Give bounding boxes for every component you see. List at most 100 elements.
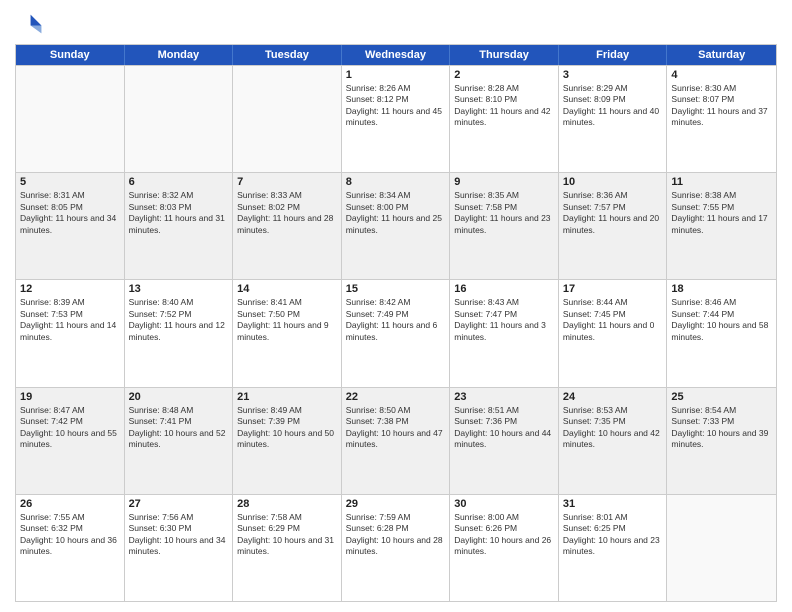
cal-cell: 4 Sunrise: 8:30 AMSunset: 8:07 PMDaylight…	[667, 66, 776, 172]
day-info: Sunrise: 8:39 AMSunset: 7:53 PMDaylight:…	[20, 297, 120, 343]
cal-cell: 12 Sunrise: 8:39 AMSunset: 7:53 PMDayligh…	[16, 280, 125, 386]
cal-cell: 26 Sunrise: 7:55 AMSunset: 6:32 PMDayligh…	[16, 495, 125, 601]
day-info: Sunrise: 8:41 AMSunset: 7:50 PMDaylight:…	[237, 297, 337, 343]
cal-cell: 5 Sunrise: 8:31 AMSunset: 8:05 PMDaylight…	[16, 173, 125, 279]
day-info: Sunrise: 8:01 AMSunset: 6:25 PMDaylight:…	[563, 512, 663, 558]
cal-cell: 11Sunrise: 8:38 AMSunset: 7:55 PMDayligh…	[667, 173, 776, 279]
cal-cell: 15 Sunrise: 8:42 AMSunset: 7:49 PMDayligh…	[342, 280, 451, 386]
weekday-header-sunday: Sunday	[16, 45, 125, 65]
calendar-body: 1 Sunrise: 8:26 AMSunset: 8:12 PMDaylight…	[16, 65, 776, 601]
day-info: Sunrise: 8:35 AMSunset: 7:58 PMDaylight:…	[454, 190, 554, 236]
day-number: 12	[20, 283, 120, 295]
weekday-header-tuesday: Tuesday	[233, 45, 342, 65]
day-info: Sunrise: 8:38 AMSunset: 7:55 PMDaylight:…	[671, 190, 772, 236]
cal-week-2: 5 Sunrise: 8:31 AMSunset: 8:05 PMDaylight…	[16, 172, 776, 279]
day-number: 13	[129, 283, 229, 295]
cal-cell: 7Sunrise: 8:33 AMSunset: 8:02 PMDaylight…	[233, 173, 342, 279]
day-number: 2	[454, 69, 554, 81]
cal-cell: 25Sunrise: 8:54 AMSunset: 7:33 PMDayligh…	[667, 388, 776, 494]
day-info: Sunrise: 8:28 AMSunset: 8:10 PMDaylight:…	[454, 83, 554, 129]
day-info: Sunrise: 7:55 AMSunset: 6:32 PMDaylight:…	[20, 512, 120, 558]
day-info: Sunrise: 8:36 AMSunset: 7:57 PMDaylight:…	[563, 190, 663, 236]
cal-week-3: 12 Sunrise: 8:39 AMSunset: 7:53 PMDayligh…	[16, 279, 776, 386]
day-number: 5	[20, 176, 120, 188]
day-number: 16	[454, 283, 554, 295]
day-info: Sunrise: 8:00 AMSunset: 6:26 PMDaylight:…	[454, 512, 554, 558]
day-number: 18	[671, 283, 772, 295]
cal-cell: 19Sunrise: 8:47 AMSunset: 7:42 PMDayligh…	[16, 388, 125, 494]
day-info: Sunrise: 8:50 AMSunset: 7:38 PMDaylight:…	[346, 405, 446, 451]
calendar: SundayMondayTuesdayWednesdayThursdayFrid…	[15, 44, 777, 602]
logo	[15, 10, 47, 38]
cal-cell: 8 Sunrise: 8:34 AMSunset: 8:00 PMDaylight…	[342, 173, 451, 279]
weekday-header-thursday: Thursday	[450, 45, 559, 65]
day-info: Sunrise: 8:26 AMSunset: 8:12 PMDaylight:…	[346, 83, 446, 129]
day-number: 27	[129, 498, 229, 510]
cal-cell: 2 Sunrise: 8:28 AMSunset: 8:10 PMDaylight…	[450, 66, 559, 172]
day-info: Sunrise: 8:30 AMSunset: 8:07 PMDaylight:…	[671, 83, 772, 129]
day-number: 28	[237, 498, 337, 510]
cal-cell: 20 Sunrise: 8:48 AMSunset: 7:41 PMDayligh…	[125, 388, 234, 494]
cal-week-1: 1 Sunrise: 8:26 AMSunset: 8:12 PMDaylight…	[16, 65, 776, 172]
cal-cell: 1 Sunrise: 8:26 AMSunset: 8:12 PMDaylight…	[342, 66, 451, 172]
cal-cell: 6 Sunrise: 8:32 AMSunset: 8:03 PMDaylight…	[125, 173, 234, 279]
day-number: 6	[129, 176, 229, 188]
cal-cell: 17 Sunrise: 8:44 AMSunset: 7:45 PMDayligh…	[559, 280, 668, 386]
cal-cell: 10 Sunrise: 8:36 AMSunset: 7:57 PMDayligh…	[559, 173, 668, 279]
cal-cell: 27 Sunrise: 7:56 AMSunset: 6:30 PMDayligh…	[125, 495, 234, 601]
logo-icon	[15, 10, 43, 38]
day-number: 17	[563, 283, 663, 295]
weekday-header-saturday: Saturday	[667, 45, 776, 65]
calendar-header-row: SundayMondayTuesdayWednesdayThursdayFrid…	[16, 45, 776, 65]
cal-cell: 3Sunrise: 8:29 AMSunset: 8:09 PMDaylight…	[559, 66, 668, 172]
cal-cell: 18 Sunrise: 8:46 AMSunset: 7:44 PMDayligh…	[667, 280, 776, 386]
cal-cell: 24Sunrise: 8:53 AMSunset: 7:35 PMDayligh…	[559, 388, 668, 494]
day-info: Sunrise: 8:33 AMSunset: 8:02 PMDaylight:…	[237, 190, 337, 236]
day-number: 30	[454, 498, 554, 510]
weekday-header-wednesday: Wednesday	[342, 45, 451, 65]
day-info: Sunrise: 7:58 AMSunset: 6:29 PMDaylight:…	[237, 512, 337, 558]
day-info: Sunrise: 7:56 AMSunset: 6:30 PMDaylight:…	[129, 512, 229, 558]
cal-cell: 13 Sunrise: 8:40 AMSunset: 7:52 PMDayligh…	[125, 280, 234, 386]
cal-cell: 28 Sunrise: 7:58 AMSunset: 6:29 PMDayligh…	[233, 495, 342, 601]
day-info: Sunrise: 8:44 AMSunset: 7:45 PMDaylight:…	[563, 297, 663, 343]
day-info: Sunrise: 8:34 AMSunset: 8:00 PMDaylight:…	[346, 190, 446, 236]
day-info: Sunrise: 8:42 AMSunset: 7:49 PMDaylight:…	[346, 297, 446, 343]
cal-cell: 29Sunrise: 7:59 AMSunset: 6:28 PMDayligh…	[342, 495, 451, 601]
day-info: Sunrise: 8:32 AMSunset: 8:03 PMDaylight:…	[129, 190, 229, 236]
day-number: 15	[346, 283, 446, 295]
day-info: Sunrise: 8:51 AMSunset: 7:36 PMDaylight:…	[454, 405, 554, 451]
day-number: 24	[563, 391, 663, 403]
weekday-header-monday: Monday	[125, 45, 234, 65]
weekday-header-friday: Friday	[559, 45, 668, 65]
page: SundayMondayTuesdayWednesdayThursdayFrid…	[0, 0, 792, 612]
cal-cell	[233, 66, 342, 172]
cal-cell	[125, 66, 234, 172]
cal-cell	[667, 495, 776, 601]
day-info: Sunrise: 8:40 AMSunset: 7:52 PMDaylight:…	[129, 297, 229, 343]
day-number: 8	[346, 176, 446, 188]
day-info: Sunrise: 8:31 AMSunset: 8:05 PMDaylight:…	[20, 190, 120, 236]
day-number: 31	[563, 498, 663, 510]
cal-cell: 16Sunrise: 8:43 AMSunset: 7:47 PMDayligh…	[450, 280, 559, 386]
day-number: 1	[346, 69, 446, 81]
header	[15, 10, 777, 38]
day-number: 26	[20, 498, 120, 510]
day-number: 21	[237, 391, 337, 403]
day-number: 4	[671, 69, 772, 81]
cal-cell: 9Sunrise: 8:35 AMSunset: 7:58 PMDaylight…	[450, 173, 559, 279]
cal-week-4: 19Sunrise: 8:47 AMSunset: 7:42 PMDayligh…	[16, 387, 776, 494]
day-number: 29	[346, 498, 446, 510]
cal-cell: 22 Sunrise: 8:50 AMSunset: 7:38 PMDayligh…	[342, 388, 451, 494]
day-number: 20	[129, 391, 229, 403]
cal-cell: 30 Sunrise: 8:00 AMSunset: 6:26 PMDayligh…	[450, 495, 559, 601]
day-info: Sunrise: 8:46 AMSunset: 7:44 PMDaylight:…	[671, 297, 772, 343]
day-number: 14	[237, 283, 337, 295]
day-number: 10	[563, 176, 663, 188]
cal-cell: 14 Sunrise: 8:41 AMSunset: 7:50 PMDayligh…	[233, 280, 342, 386]
cal-cell	[16, 66, 125, 172]
day-info: Sunrise: 8:48 AMSunset: 7:41 PMDaylight:…	[129, 405, 229, 451]
cal-week-5: 26 Sunrise: 7:55 AMSunset: 6:32 PMDayligh…	[16, 494, 776, 601]
day-number: 22	[346, 391, 446, 403]
day-number: 19	[20, 391, 120, 403]
